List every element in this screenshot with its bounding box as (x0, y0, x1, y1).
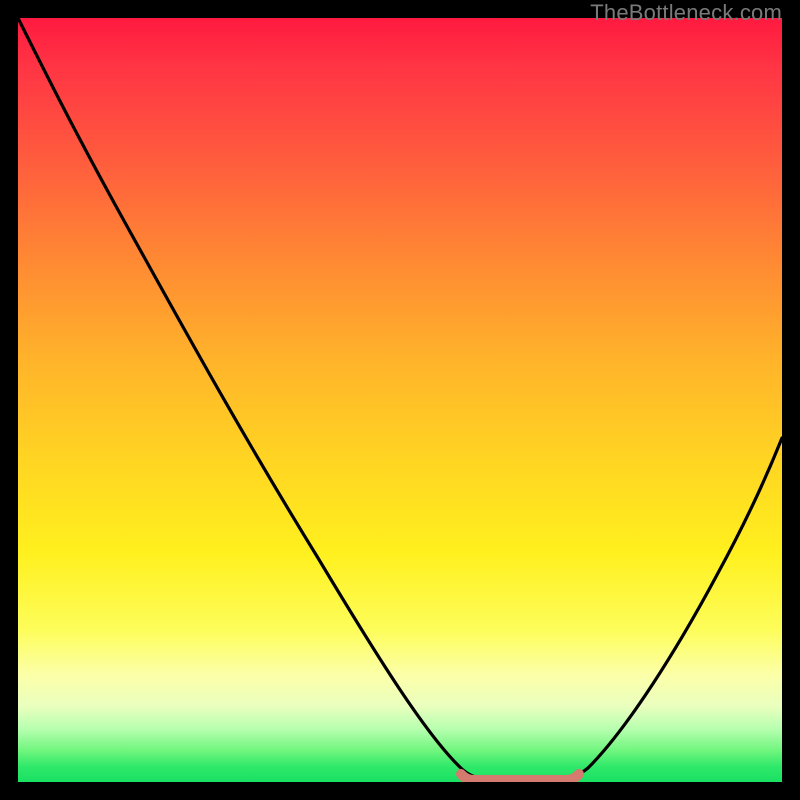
curve-layer (18, 18, 782, 782)
flat-min-segment (461, 774, 579, 780)
bottleneck-curve (18, 18, 782, 779)
watermark-text: TheBottleneck.com (590, 0, 782, 26)
chart-container: TheBottleneck.com (0, 0, 800, 800)
plot-area (18, 18, 782, 782)
